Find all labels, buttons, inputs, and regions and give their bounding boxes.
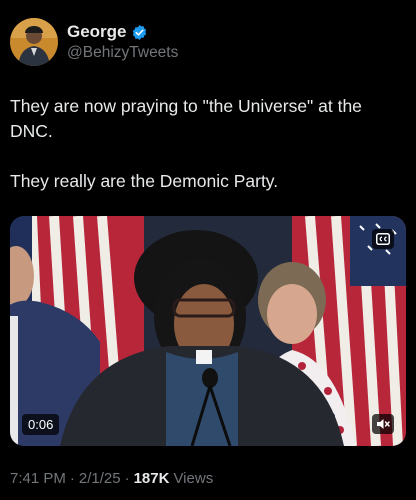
video-duration: 0:06 [22, 414, 60, 435]
display-name[interactable]: George [67, 22, 127, 42]
avatar-image [10, 18, 58, 66]
tweet-time[interactable]: 7:41 PM [10, 470, 66, 487]
tweet-paragraph: They are now praying to "the Universe" a… [10, 96, 362, 141]
avatar[interactable] [10, 18, 58, 66]
tweet-text: They are now praying to "the Universe" a… [10, 94, 406, 194]
closed-captions-button[interactable] [372, 229, 394, 249]
closed-captions-icon [376, 233, 390, 245]
tweet-metadata: 7:41 PM · 2/1/25 · 187K Views [10, 470, 213, 487]
mute-icon [377, 419, 390, 429]
verified-badge-icon [132, 24, 146, 40]
tweet-date[interactable]: 2/1/25 [79, 470, 121, 487]
handle[interactable]: @BehizyTweets [67, 44, 178, 62]
video-frame [10, 216, 406, 446]
tweet-header: George @BehizyTweets [10, 18, 178, 66]
separator: · [124, 470, 130, 487]
views-label: Views [173, 470, 214, 487]
mute-button[interactable] [372, 414, 394, 434]
tweet-paragraph: They really are the Demonic Party. [10, 171, 279, 191]
video-player[interactable]: 0:06 [10, 216, 406, 446]
separator: · [69, 470, 75, 487]
views-count: 187K [133, 470, 170, 487]
